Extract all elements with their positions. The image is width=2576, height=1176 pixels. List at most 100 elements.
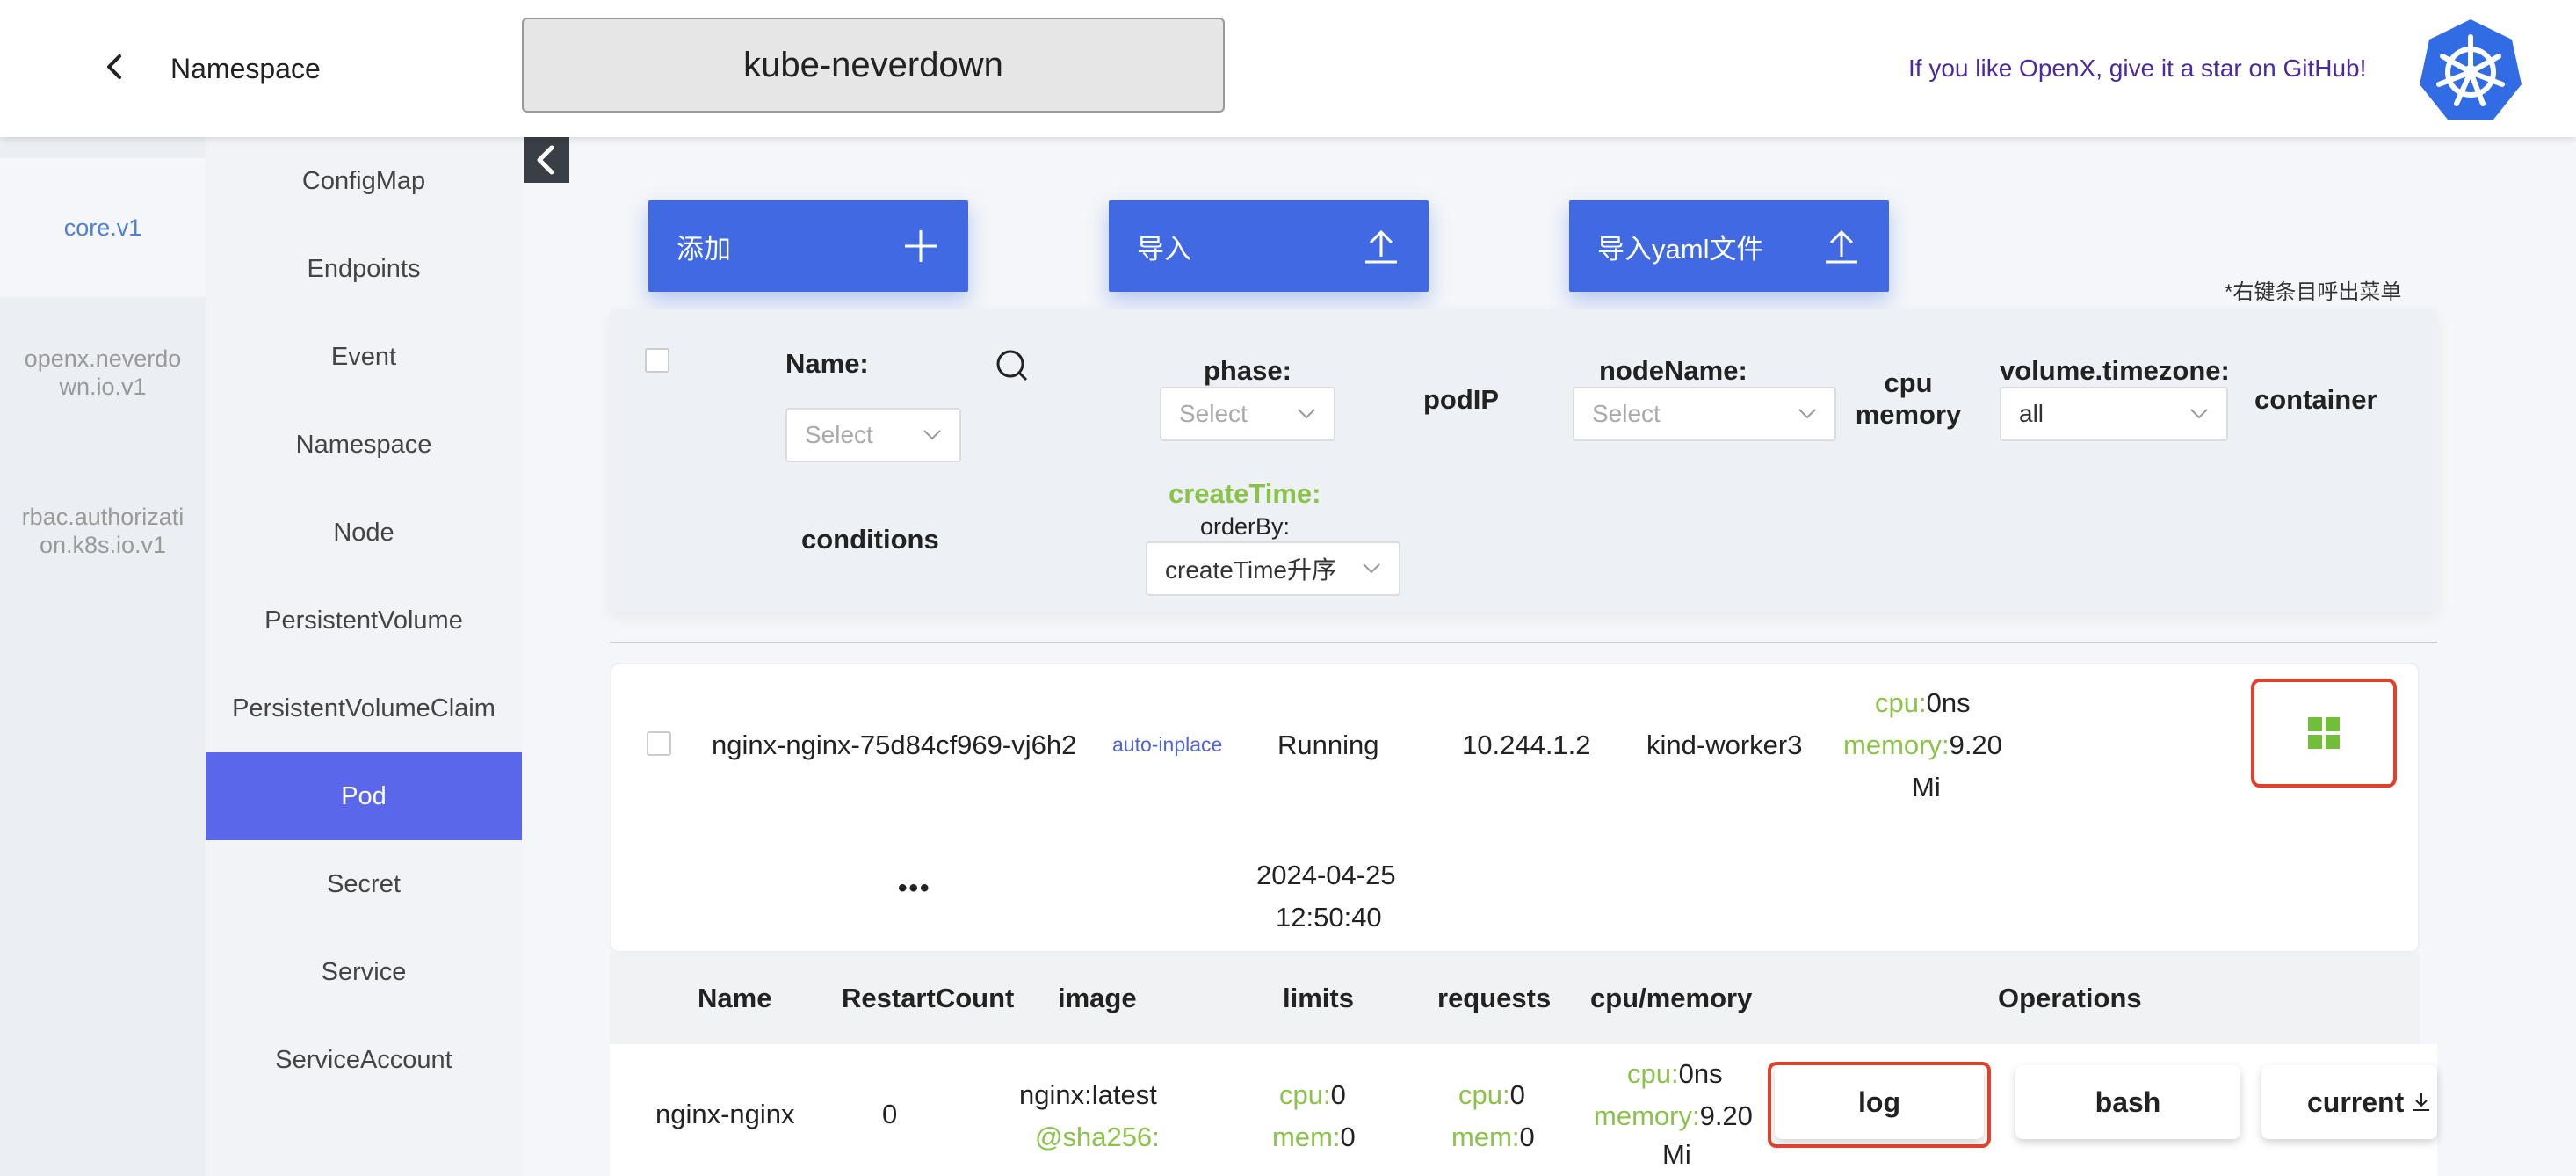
namespace-label: Namespace — [170, 53, 321, 84]
search-icon[interactable] — [995, 348, 1030, 388]
import-button[interactable]: 导入 — [1109, 200, 1429, 292]
pod-create-time: 12:50:40 — [1276, 902, 1382, 933]
add-button[interactable]: 添加 — [648, 200, 968, 292]
name-filter-placeholder: Select — [805, 421, 873, 448]
group-label: core.v1 — [63, 214, 142, 241]
conditions-more-icon[interactable]: ••• — [898, 874, 931, 904]
grid-icon — [2308, 717, 2340, 749]
github-star-link[interactable]: If you like OpenX, give it a star on Git… — [1908, 54, 2366, 83]
top-header: Namespace kube-neverdown If you like Ope… — [0, 0, 2576, 137]
pod-node: kind-worker3 — [1646, 730, 1803, 760]
nodename-filter-placeholder: Select — [1592, 400, 1661, 427]
phase-filter-label: phase: — [1204, 355, 1292, 386]
select-all-checkbox[interactable] — [645, 348, 669, 373]
createtime-sort-label[interactable]: createTime: — [1169, 478, 1321, 510]
limits-cpu-value: 0 — [1330, 1079, 1346, 1110]
requests-cpu: cpu:0 — [1458, 1079, 1525, 1111]
upload-icon — [1826, 229, 1857, 264]
current-log-button[interactable]: current — [2261, 1065, 2437, 1139]
cpu-key: cpu: — [1875, 687, 1927, 718]
sidebar-item-event[interactable]: Event — [206, 313, 522, 401]
pod-row-checkbox[interactable] — [647, 731, 671, 756]
timezone-filter-value: all — [2019, 400, 2044, 427]
col-header-cpu-memory: cpu/memory — [1590, 983, 1753, 1013]
phase-filter-placeholder: Select — [1179, 400, 1248, 427]
group-item-core-v1[interactable]: core.v1 — [0, 158, 206, 297]
chevron-left-icon — [107, 54, 121, 79]
container-image: nginx:latest — [1019, 1079, 1157, 1110]
pod-tag-badge: auto-inplace — [1112, 733, 1223, 756]
cpu-column-label: cpu — [1884, 367, 1933, 398]
name-filter-select[interactable]: Select — [785, 408, 961, 462]
usage-mem: memory:9.20 — [1594, 1100, 1753, 1132]
usage-mem-key: memory: — [1594, 1100, 1700, 1131]
requests-mem: mem:0 — [1451, 1122, 1535, 1153]
limits-cpu-key: cpu: — [1279, 1079, 1331, 1110]
timezone-filter-label: volume.timezone: — [2000, 355, 2230, 386]
sidebar-item-pod[interactable]: Pod — [206, 752, 522, 840]
usage-cpu: cpu:0ns — [1627, 1058, 1723, 1090]
collapse-sidebar-button[interactable] — [524, 137, 569, 183]
sidebar-item-endpoints[interactable]: Endpoints — [206, 225, 522, 313]
usage-cpu-key: cpu: — [1627, 1058, 1679, 1089]
sidebar-item-serviceaccount[interactable]: ServiceAccount — [206, 1016, 522, 1104]
back-button[interactable] — [95, 46, 134, 88]
podip-column-label: podIP — [1423, 384, 1500, 415]
add-button-label: 添加 — [677, 233, 731, 265]
group-item-openx[interactable]: openx.neverdo wn.io.v1 — [0, 345, 206, 401]
nodename-filter-select[interactable]: Select — [1573, 387, 1836, 441]
limits-cpu: cpu:0 — [1279, 1079, 1346, 1111]
pod-memory-unit: Mi — [1912, 772, 1941, 802]
chevron-down-icon — [2190, 409, 2208, 419]
chevron-down-icon — [923, 430, 941, 440]
container-name: nginx-nginx — [655, 1099, 795, 1129]
sidebar-item-persistentvolume[interactable]: PersistentVolume — [206, 577, 522, 664]
sidebar-item-namespace[interactable]: Namespace — [206, 401, 522, 489]
download-icon — [2413, 1093, 2430, 1111]
namespace-selector[interactable]: kube-neverdown — [522, 18, 1225, 113]
divider — [610, 642, 2437, 643]
col-header-name: Name — [698, 983, 772, 1013]
sidebar-item-service[interactable]: Service — [206, 928, 522, 1016]
usage-cpu-value: 0ns — [1678, 1058, 1723, 1089]
col-header-requests: requests — [1437, 983, 1552, 1013]
container-restart-count: 0 — [882, 1099, 898, 1129]
import-yaml-button[interactable]: 导入yaml文件 — [1569, 200, 1889, 292]
sidebar-item-node[interactable]: Node — [206, 489, 522, 577]
sidebar-item-persistentvolumeclaim[interactable]: PersistentVolumeClaim — [206, 664, 522, 752]
sidebar-item-secret[interactable]: Secret — [206, 840, 522, 928]
sidebar-item-configmap[interactable]: ConfigMap — [206, 137, 522, 225]
pod-menu-button[interactable] — [2251, 679, 2397, 788]
orderby-select[interactable]: createTime升序 — [1146, 541, 1400, 596]
log-button-highlight — [1768, 1062, 1991, 1148]
col-header-image: image — [1058, 983, 1137, 1013]
orderby-label: orderBy: — [1200, 513, 1291, 540]
chevron-down-icon — [1363, 563, 1380, 574]
limits-mem-key: mem: — [1272, 1122, 1341, 1152]
requests-cpu-value: 0 — [1509, 1079, 1525, 1110]
pod-phase: Running — [1277, 730, 1379, 760]
memory-key: memory: — [1843, 730, 1950, 760]
usage-mem-value: 9.20 — [1699, 1100, 1753, 1131]
upload-icon — [1365, 229, 1397, 264]
plus-icon — [905, 230, 937, 262]
pod-create-date: 2024-04-25 — [1256, 860, 1396, 890]
requests-cpu-key: cpu: — [1458, 1079, 1510, 1110]
context-menu-hint: *右键条目呼出菜单 — [2225, 280, 2402, 304]
chevron-left-icon — [537, 145, 554, 175]
usage-mem-unit: Mi — [1662, 1139, 1691, 1170]
phase-filter-select[interactable]: Select — [1160, 387, 1335, 441]
pod-list-item[interactable] — [610, 663, 2420, 953]
memory-column-label: memory — [1855, 399, 1962, 430]
pod-name[interactable]: nginx-nginx-75d84cf969-vj6h2 — [712, 730, 1076, 761]
bash-button[interactable]: bash — [2015, 1065, 2240, 1139]
chevron-down-icon — [1298, 409, 1315, 419]
group-item-rbac[interactable]: rbac.authorizati on.k8s.io.v1 — [0, 503, 206, 559]
import-yaml-button-label: 导入yaml文件 — [1597, 233, 1764, 265]
cpu-value: 0ns — [1926, 687, 1971, 718]
requests-mem-value: 0 — [1519, 1122, 1535, 1152]
pod-cpu-usage: cpu:0ns — [1875, 687, 1971, 719]
import-button-label: 导入 — [1137, 233, 1191, 265]
chevron-down-icon — [1798, 409, 1816, 419]
timezone-filter-select[interactable]: all — [2000, 387, 2228, 441]
